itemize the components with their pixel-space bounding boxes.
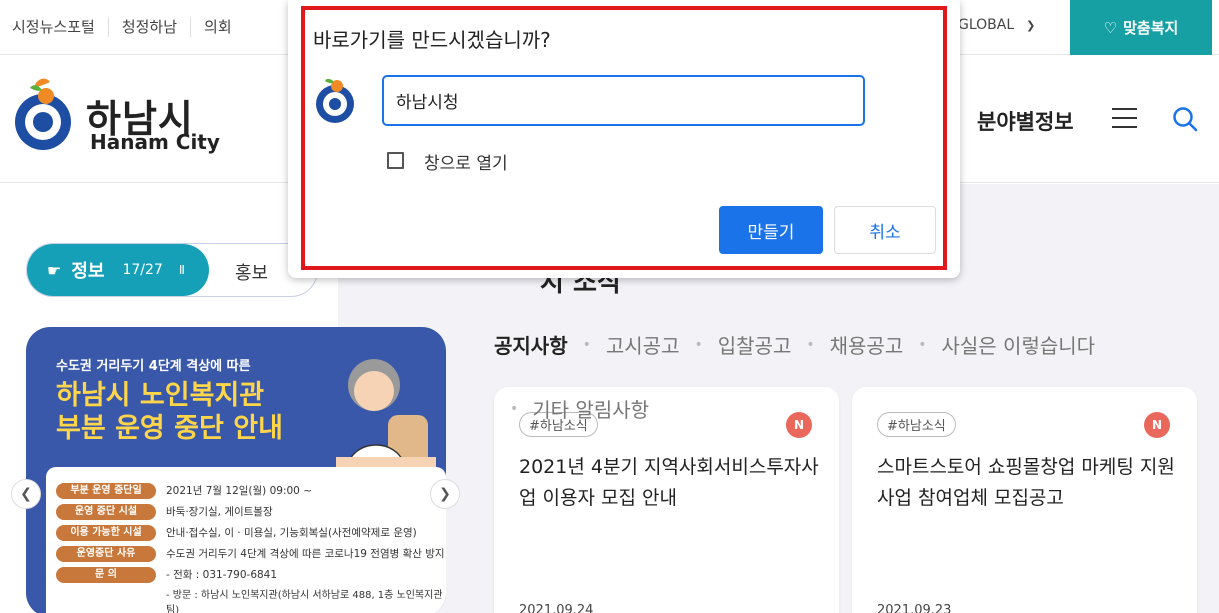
banner-row-value: 안내·접수실, 이 · 미용실, 기능회복실(사전예약제로 운영) (166, 527, 417, 539)
banner-row: 운영중단 사유 수도권 거리두기 4단계 격상에 따른 코로나19 전염병 확산… (56, 544, 446, 563)
tab-other-notices[interactable]: • 기타 알림사항 (510, 394, 649, 423)
top-link-council[interactable]: 의회 (190, 17, 245, 37)
global-label: GLOBAL (958, 17, 1015, 33)
tab-notice[interactable]: 공지사항 (494, 330, 568, 359)
pointing-hand-icon: ☛ (47, 260, 62, 280)
banner-subtitle: 수도권 거리두기 4단계 격상에 따른 (56, 359, 251, 374)
banner-row-tag: 운영 중단 시설 (56, 503, 156, 520)
tab-fact-check[interactable]: 사실은 이렇습니다 (942, 330, 1096, 359)
banner-title: 하남시 노인복지관 부분 운영 중단 안내 (56, 379, 283, 445)
tab-bid-notice[interactable]: 입찰공고 (718, 330, 792, 359)
tab-other-notices-label: 기타 알림사항 (532, 398, 650, 422)
banner-next-button[interactable]: ❯ (430, 479, 460, 509)
banner-row-tag: 운영중단 사유 (56, 545, 156, 562)
chevron-right-icon: ❯ (439, 486, 451, 502)
tab-job-notice[interactable]: 채용공고 (830, 330, 904, 359)
card-hashtag: #하남소식 (877, 412, 956, 437)
new-badge: N (786, 412, 812, 438)
banner-info-table: 부분 운영 중단일 2021년 7월 12일(월) 09:00 ~ 운영 중단 … (46, 467, 446, 613)
dialog-title: 바로가기를 만드시겠습니까? (313, 28, 551, 52)
banner-row-value: 수도권 거리두기 4단계 격상에 따른 코로나19 전염병 확산 방지 (166, 548, 445, 560)
banner-row: 운영 중단 시설 바둑·장기실, 게이트볼장 (56, 502, 446, 521)
banner-row-tag: 이용 가능한 시설 (56, 524, 156, 541)
nav-field-info[interactable]: 분야별정보 (977, 106, 1074, 136)
banner-title-line1: 하남시 노인복지관 (56, 380, 265, 411)
custom-welfare-label: 맞춤복지 (1123, 19, 1179, 37)
shortcut-name-input[interactable] (382, 75, 865, 126)
hanam-city-logo[interactable]: 하남시 Hanam City (12, 72, 242, 154)
tab-public-notice[interactable]: 고시공고 (606, 330, 680, 359)
slide-counter: 17/27 (122, 262, 163, 278)
elderly-woman-illustration (336, 359, 436, 475)
tab-separator: • (694, 336, 703, 353)
card-date: 2021.09.24 (519, 603, 594, 613)
tab-info[interactable]: ☛ 정보 17/27 II (27, 244, 209, 296)
notice-tabs: 공지사항 • 고시공고 • 입찰공고 • 채용공고 • 사실은 이렇습니다 (494, 330, 1095, 359)
top-links: 시정뉴스포털 청정하남 의회 (12, 17, 245, 37)
banner-prev-button[interactable]: ❮ (11, 479, 41, 509)
banner-row-tag: 부분 운영 중단일 (56, 482, 156, 499)
pause-icon[interactable]: II (179, 263, 185, 277)
banner-row-value: 바둑·장기실, 게이트볼장 (166, 506, 273, 518)
info-promo-toggle: ☛ 정보 17/27 II 홍보 (26, 243, 318, 297)
hanam-logo-icon (15, 78, 71, 150)
top-link-news-portal[interactable]: 시정뉴스포털 (12, 17, 108, 37)
notice-banner[interactable]: 수도권 거리두기 4단계 격상에 따른 하남시 노인복지관 부분 운영 중단 안… (26, 327, 446, 613)
tab-separator: • (510, 400, 519, 417)
cancel-button[interactable]: 취소 (834, 206, 936, 254)
site-favicon-icon (316, 78, 354, 123)
banner-row: 부분 운영 중단일 2021년 7월 12일(월) 09:00 ~ (56, 481, 446, 500)
card-date: 2021.09.23 (877, 603, 952, 613)
open-as-window-checkbox[interactable] (387, 152, 404, 169)
card-title: 스마트스토어 쇼핑몰창업 마케팅 지원사업 참여업체 모집공고 (877, 456, 1175, 509)
search-icon[interactable] (1172, 106, 1198, 132)
banner-row-tag: 문 의 (56, 566, 156, 583)
tab-info-label: 정보 (71, 261, 105, 282)
tab-separator: • (582, 336, 591, 353)
new-badge: N (1144, 412, 1170, 438)
open-as-window-label: 창으로 열기 (424, 154, 508, 174)
chevron-down-icon: ❯ (1026, 18, 1036, 32)
banner-row-value: - 전화 : 031-790-6841 (166, 569, 278, 581)
top-link-clean-hanam[interactable]: 청정하남 (107, 17, 190, 37)
banner-row: 이용 가능한 시설 안내·접수실, 이 · 미용실, 기능회복실(사전예약제로 … (56, 523, 446, 542)
banner-row: 문 의 - 전화 : 031-790-6841 (56, 565, 446, 584)
menu-icon[interactable] (1112, 108, 1137, 128)
tab-promo[interactable]: 홍보 (235, 259, 268, 285)
create-button[interactable]: 만들기 (719, 206, 823, 254)
notice-card[interactable]: #하남소식 N 스마트스토어 쇼핑몰창업 마케팅 지원사업 참여업체 모집공고 … (852, 387, 1197, 613)
card-title: 2021년 4분기 지역사회서비스투자사업 이용자 모집 안내 (519, 456, 819, 509)
tab-separator: • (918, 336, 927, 353)
tab-separator: • (806, 336, 815, 353)
banner-visit-info: - 방문 : 하남시 노인복지관(하남시 서하남로 488, 1층 노인복지관팀… (166, 590, 443, 613)
banner-title-line2: 부분 운영 중단 안내 (56, 413, 283, 444)
custom-welfare-button[interactable]: ♡ 맞춤복지 (1070, 0, 1212, 55)
logo-english-text: Hanam City (90, 130, 220, 154)
global-selector[interactable]: GLOBAL ❯ (958, 17, 1035, 33)
heart-icon: ♡ (1103, 18, 1118, 37)
banner-row-value: 2021년 7월 12일(월) 09:00 ~ (166, 485, 313, 497)
chevron-left-icon: ❮ (20, 486, 32, 502)
